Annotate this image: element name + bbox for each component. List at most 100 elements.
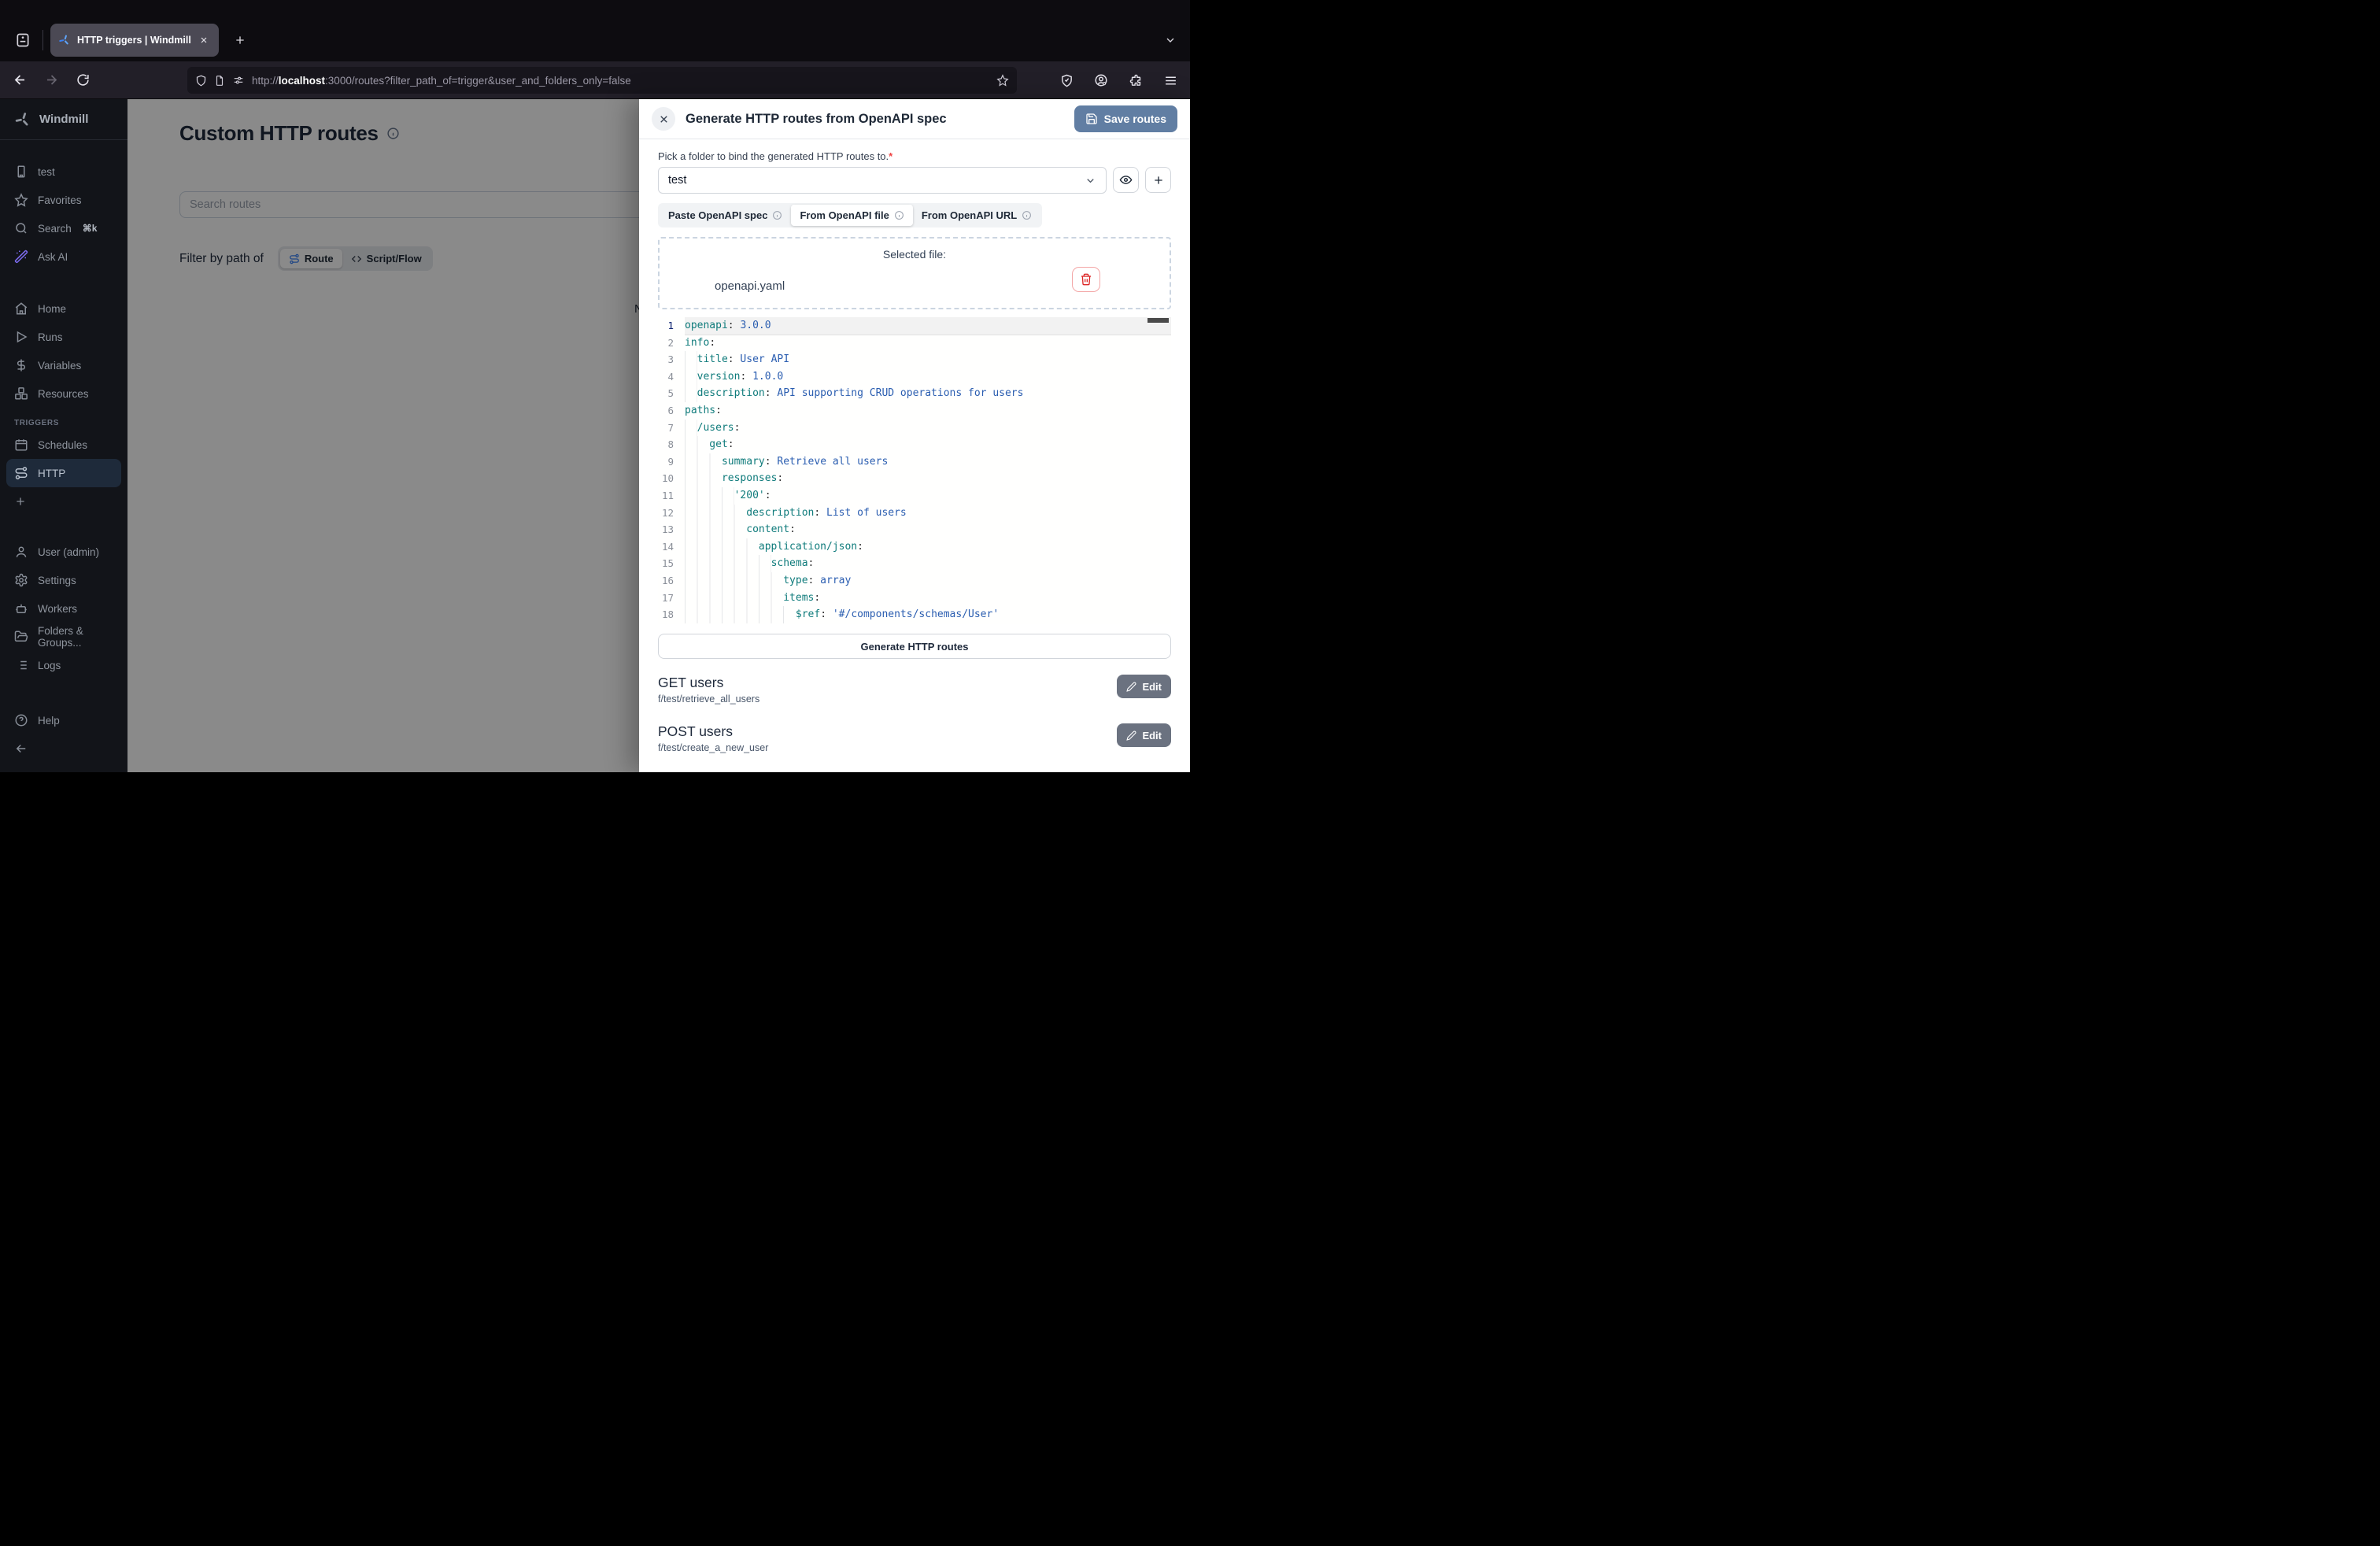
add-folder-button[interactable] xyxy=(1145,167,1171,193)
sidebar-item-workers[interactable]: Workers xyxy=(0,594,128,623)
openapi-drawer: Generate HTTP routes from OpenAPI spec S… xyxy=(639,99,1190,772)
route-row-post-users: POST users f/test/create_a_new_user Edit xyxy=(658,723,1171,753)
forward-icon[interactable] xyxy=(39,68,63,92)
code-line[interactable]: 7/users: xyxy=(658,420,1171,437)
code-line[interactable]: 17items: xyxy=(658,590,1171,607)
bot-icon xyxy=(14,601,28,616)
new-tab-icon[interactable] xyxy=(230,30,250,50)
code-line[interactable]: 16type: array xyxy=(658,572,1171,590)
account-icon[interactable] xyxy=(1089,68,1113,92)
sidebar-item-logs[interactable]: Logs xyxy=(0,651,128,679)
back-icon[interactable] xyxy=(8,68,31,92)
code-line[interactable]: 4version: 1.0.0 xyxy=(658,368,1171,386)
dollar-icon xyxy=(14,358,28,372)
edit-route-button[interactable]: Edit xyxy=(1117,723,1171,747)
generate-http-routes-button[interactable]: Generate HTTP routes xyxy=(658,634,1171,659)
sidebar-item-workspace[interactable]: test xyxy=(0,157,128,186)
sidebar-collapse[interactable] xyxy=(0,734,128,763)
code-line[interactable]: 15schema: xyxy=(658,555,1171,572)
windmill-logo-label: Windmill xyxy=(39,113,88,126)
sidebar-add-trigger[interactable] xyxy=(0,487,128,516)
tab-paste-openapi-spec[interactable]: Paste OpenAPI spec xyxy=(660,205,791,226)
code-line[interactable]: 11'200': xyxy=(658,487,1171,505)
menu-hamburger-icon[interactable] xyxy=(1159,68,1182,92)
extensions-puzzle-icon[interactable] xyxy=(1124,68,1148,92)
code-line[interactable]: 13content: xyxy=(658,521,1171,538)
sidebar-item-ask-ai[interactable]: Ask AI xyxy=(0,242,128,271)
openapi-code-editor[interactable]: 1openapi: 3.0.02info:3title: User API4ve… xyxy=(658,317,1171,624)
sidebar-item-search[interactable]: Search ⌘k xyxy=(0,214,128,242)
source-tabs: Paste OpenAPI spec From OpenAPI file Fro… xyxy=(658,203,1042,227)
sidebar-item-favorites[interactable]: Favorites xyxy=(0,186,128,214)
info-icon[interactable] xyxy=(1022,210,1032,220)
folder-select[interactable]: test xyxy=(658,167,1107,194)
code-line[interactable]: 10responses: xyxy=(658,470,1171,487)
windmill-favicon xyxy=(58,34,71,46)
code-line[interactable]: 12description: List of users xyxy=(658,505,1171,522)
code-line[interactable]: 9summary: Retrieve all users xyxy=(658,453,1171,471)
info-icon[interactable] xyxy=(894,210,904,220)
permissions-sliders-icon[interactable] xyxy=(232,75,245,86)
app-area: Windmill test Favorites Search ⌘k xyxy=(0,99,1190,772)
trash-icon xyxy=(1080,273,1092,286)
wand-icon xyxy=(14,250,28,264)
url-text[interactable]: http://localhost:3000/routes?filter_path… xyxy=(252,75,989,87)
shield-icon[interactable] xyxy=(195,75,207,87)
route-path: f/test/retrieve_all_users xyxy=(658,693,1117,705)
pencil-icon xyxy=(1126,682,1136,692)
tab-from-openapi-url[interactable]: From OpenAPI URL xyxy=(913,205,1040,226)
tab-list-chevron-icon[interactable] xyxy=(1160,30,1181,50)
bookmark-star-icon[interactable] xyxy=(996,74,1009,87)
editor-scrollbar-thumb[interactable] xyxy=(1148,318,1169,323)
save-routes-button[interactable]: Save routes xyxy=(1074,105,1177,132)
folder-picker-label: Pick a folder to bind the generated HTTP… xyxy=(658,150,1171,162)
selected-file-dropzone[interactable]: Selected file: openapi.yaml xyxy=(658,237,1171,309)
sidebar-item-resources[interactable]: Resources xyxy=(0,379,128,408)
browser-tab[interactable]: HTTP triggers | Windmill xyxy=(50,24,219,57)
screen: HTTP triggers | Windmill xyxy=(0,0,1190,773)
code-line[interactable]: 3title: User API xyxy=(658,351,1171,368)
sidebar-item-folders-groups[interactable]: Folders & Groups... xyxy=(0,623,128,651)
page-icon[interactable] xyxy=(214,75,225,87)
sidebar-item-http[interactable]: HTTP xyxy=(6,459,121,487)
help-icon xyxy=(14,713,28,727)
building-icon xyxy=(14,165,28,179)
tab-title: HTTP triggers | Windmill xyxy=(77,35,190,46)
plus-icon xyxy=(1152,174,1165,187)
calendar-icon xyxy=(14,438,28,452)
close-icon[interactable] xyxy=(652,107,675,131)
shield-check-extension-icon[interactable] xyxy=(1055,68,1078,92)
required-asterisk: * xyxy=(889,150,893,162)
sidebar-item-home[interactable]: Home xyxy=(0,294,128,323)
code-line[interactable]: 18$ref: '#/components/schemas/User' xyxy=(658,606,1171,623)
sidebar-item-runs[interactable]: Runs xyxy=(0,323,128,351)
route-path: f/test/create_a_new_user xyxy=(658,742,1117,753)
sidebar-item-user[interactable]: User (admin) xyxy=(0,538,128,566)
code-line[interactable]: 8get: xyxy=(658,436,1171,453)
preview-eye-button[interactable] xyxy=(1113,167,1139,193)
code-line[interactable]: 2info: xyxy=(658,335,1171,352)
sidebar-item-variables[interactable]: Variables xyxy=(0,351,128,379)
list-icon xyxy=(14,658,28,672)
edit-route-button[interactable]: Edit xyxy=(1117,675,1171,698)
tab-close-icon[interactable] xyxy=(197,33,211,47)
windmill-pinwheel-icon xyxy=(14,111,31,128)
firefox-view-icon[interactable] xyxy=(11,28,35,52)
url-bar[interactable]: http://localhost:3000/routes?filter_path… xyxy=(187,67,1017,94)
code-line[interactable]: 1openapi: 3.0.0 xyxy=(658,317,1171,335)
tab-from-openapi-file[interactable]: From OpenAPI file xyxy=(791,205,912,226)
code-line[interactable]: 14application/json: xyxy=(658,538,1171,556)
info-icon[interactable] xyxy=(772,210,782,220)
eye-icon xyxy=(1119,173,1133,187)
reload-icon[interactable] xyxy=(71,68,94,92)
search-shortcut: ⌘k xyxy=(83,223,98,234)
pencil-icon xyxy=(1126,730,1136,741)
remove-file-button[interactable] xyxy=(1072,267,1100,292)
generated-routes-list: GET users f/test/retrieve_all_users Edit… xyxy=(658,675,1171,753)
sidebar-item-help[interactable]: Help xyxy=(0,706,128,734)
sidebar-item-schedules[interactable]: Schedules xyxy=(0,431,128,459)
code-line[interactable]: 5description: API supporting CRUD operat… xyxy=(658,385,1171,402)
code-line[interactable]: 6paths: xyxy=(658,402,1171,420)
windmill-logo[interactable]: Windmill xyxy=(0,99,128,140)
sidebar-item-settings[interactable]: Settings xyxy=(0,566,128,594)
